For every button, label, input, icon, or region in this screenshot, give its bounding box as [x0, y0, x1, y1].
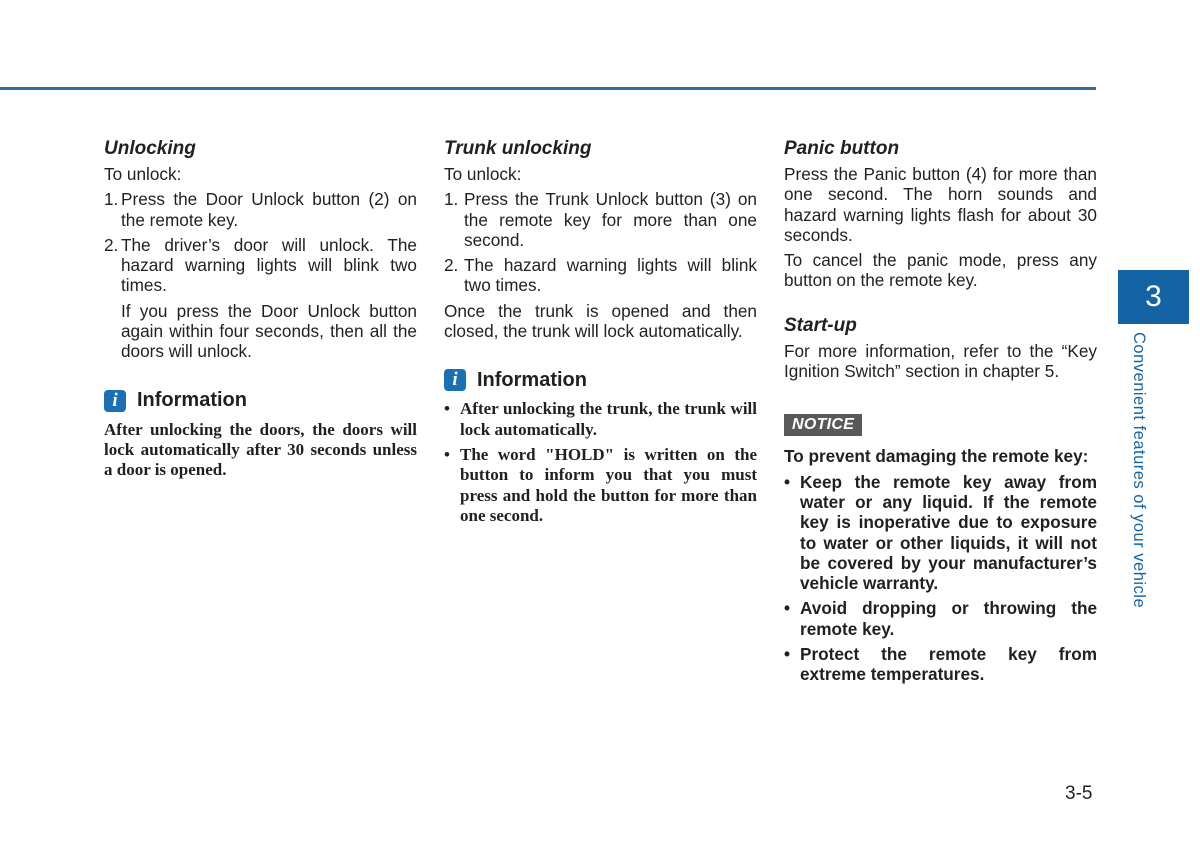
information-bullets: • After unlocking the trunk, the trunk wi… — [444, 399, 757, 526]
header-rule — [0, 87, 1096, 90]
step-item: 2. The hazard warning lights will blink t… — [444, 255, 757, 296]
information-header: i Information — [104, 388, 417, 414]
closing-text: Once the trunk is opened and then closed… — [444, 300, 757, 342]
section-heading-panic-button: Panic button — [784, 138, 900, 159]
notice-bullet: • Keep the remote key away from water or … — [784, 471, 1097, 594]
step-note: If you press the Door Unlock button agai… — [121, 300, 417, 362]
column-panic-startup: Panic button Press the Panic button (4) … — [784, 136, 1097, 690]
panic-text: Press the Panic button (4) for more than… — [784, 164, 1097, 245]
bullet-icon: • — [784, 644, 791, 665]
startup-text: For more information, refer to the “Key … — [784, 340, 1097, 382]
notice-bullet: • Protect the remote key from extreme tem… — [784, 644, 1097, 685]
section-heading-unlocking: Unlocking — [104, 138, 196, 159]
steps-list: 1. Press the Trunk Unlock button (3) on t… — [444, 189, 757, 295]
intro-text: To unlock: — [444, 164, 522, 184]
step-item: 1. Press the Trunk Unlock button (3) on t… — [444, 189, 757, 250]
section-heading-trunk-unlocking: Trunk unlocking — [444, 138, 592, 159]
information-header: i Information — [444, 367, 757, 393]
information-title: Information — [477, 368, 587, 391]
notice-badge: NOTICE — [784, 414, 863, 437]
panic-cancel-text: To cancel the panic mode, press any butt… — [784, 250, 1097, 291]
step-item: 1. Press the Door Unlock button (2) on th… — [104, 189, 417, 230]
step-item: 2. The driver’s door will unlock. The haz… — [104, 234, 417, 296]
bullet-icon: • — [784, 471, 791, 492]
bullet-icon: • — [784, 598, 791, 619]
steps-list: 1. Press the Door Unlock button (2) on th… — [104, 189, 417, 295]
info-icon: i — [444, 369, 466, 392]
chapter-title: Convenient features of your vehicle — [1130, 332, 1148, 609]
chapter-tab: 3 — [1118, 270, 1189, 324]
notice-intro: To prevent damaging the remote key: — [784, 446, 1089, 467]
info-icon: i — [104, 389, 126, 412]
notice-bullets: • Keep the remote key away from water or … — [784, 472, 1097, 685]
notice-bullet: • Avoid dropping or throwing the remote k… — [784, 598, 1097, 639]
section-heading-start-up: Start-up — [784, 314, 857, 336]
intro-text: To unlock: — [104, 164, 182, 184]
information-bullet: • After unlocking the trunk, the trunk wi… — [444, 399, 757, 439]
information-text: After unlocking the doors, the doors wil… — [104, 419, 417, 480]
bullet-icon: • — [444, 399, 450, 419]
information-title: Information — [137, 389, 247, 412]
column-unlocking: Unlocking To unlock: 1. Press the Door Un… — [104, 136, 417, 481]
information-bullet: • The word "HOLD" is written on the butto… — [444, 444, 757, 525]
bullet-icon: • — [444, 444, 450, 464]
page-number: 3-5 — [1065, 783, 1093, 804]
column-trunk-unlocking: Trunk unlocking To unlock: 1. Press the T… — [444, 136, 757, 531]
